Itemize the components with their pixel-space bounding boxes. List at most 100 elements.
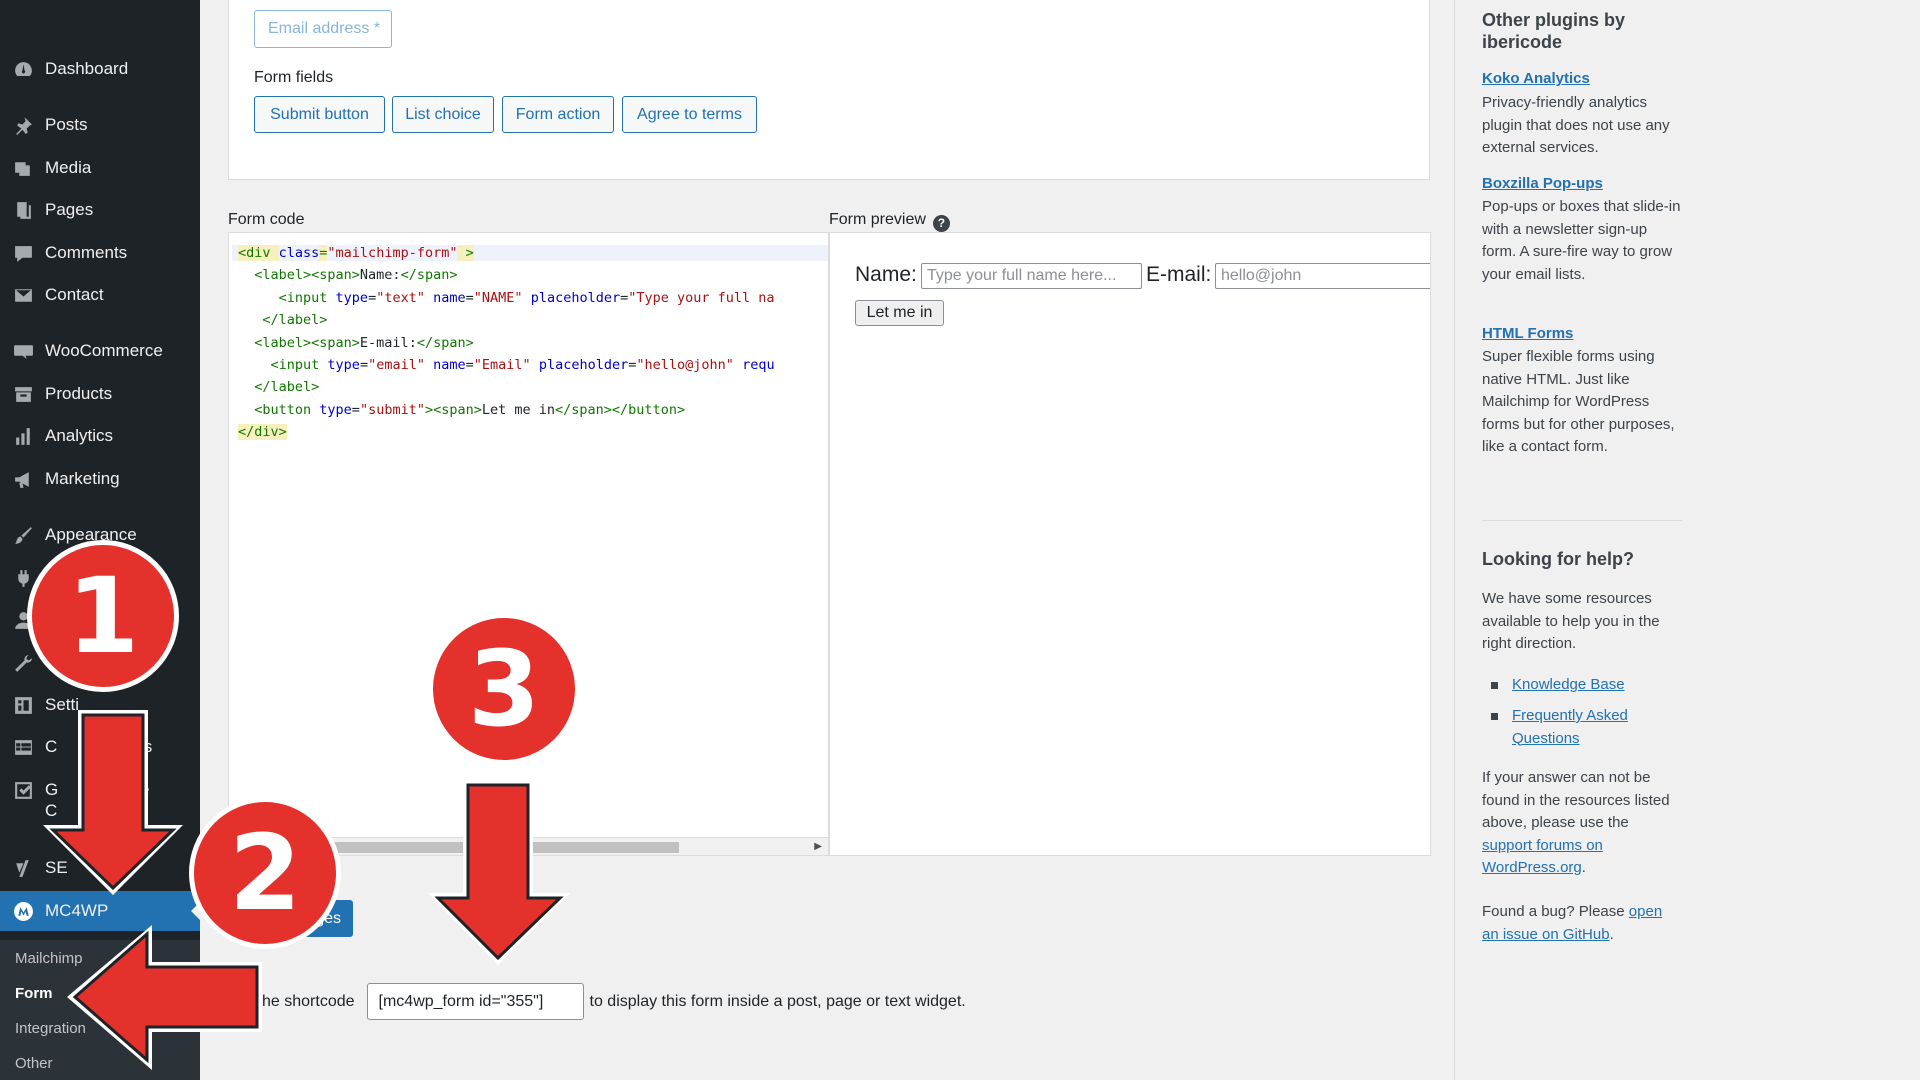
code-token: Name: <box>359 267 401 284</box>
archive-icon <box>11 383 35 405</box>
preview-email-input[interactable]: hello@john <box>1215 263 1430 289</box>
code-token: = <box>359 357 369 373</box>
form-code-label: Form code <box>228 211 305 228</box>
code-token: "Email" <box>473 357 531 373</box>
email-address-field-chip[interactable]: Email address * <box>254 10 392 48</box>
menu-label: Contact <box>45 285 104 304</box>
code-token: <label><span> <box>238 334 360 351</box>
menu-label: Pages <box>45 200 94 219</box>
submenu-other[interactable]: Other <box>15 1055 53 1072</box>
code-token: "mailchimp-form" <box>327 245 458 261</box>
code-line[interactable]: <div class="mailchimp-form" > <box>232 245 828 261</box>
boxzilla-link[interactable]: Boxzilla Pop-ups <box>1482 175 1603 192</box>
help-outro-text: If your answer can not be found in the r… <box>1482 769 1670 831</box>
code-token: = <box>351 401 360 418</box>
preview-submit-button[interactable]: Let me in <box>855 300 944 326</box>
support-forums-link[interactable]: support forums on WordPress.org <box>1482 837 1603 877</box>
megaphone-icon <box>11 468 35 490</box>
preview-email-label: E-mail: <box>1146 263 1212 286</box>
code-line[interactable]: </label> <box>238 312 327 328</box>
code-token: <input <box>278 289 336 306</box>
code-token: </span> <box>416 334 474 351</box>
submit-button-field-button[interactable]: Submit button <box>254 96 385 133</box>
code-token: "email" <box>368 357 425 373</box>
koko-analytics-link[interactable]: Koko Analytics <box>1482 70 1590 87</box>
code-token: requ <box>742 357 775 373</box>
code-line[interactable]: </label> <box>238 379 319 395</box>
menu-pages[interactable]: Pages <box>0 190 200 230</box>
code-token: </label> <box>238 312 328 329</box>
dashboard-icon <box>11 58 35 80</box>
menu-woocommerce[interactable]: WooCommerce <box>0 331 200 371</box>
shortcode-input[interactable]: [mc4wp_form id="355"] <box>366 983 584 1020</box>
code-token: <label><span> <box>238 267 360 284</box>
mc4wp-icon <box>11 900 35 922</box>
code-token: placeholder <box>538 357 629 373</box>
pages-icon <box>11 199 35 221</box>
brush-icon <box>11 524 35 546</box>
code-token: type <box>327 357 360 373</box>
shortcode-suffix: to display this form inside a post, page… <box>589 992 966 1010</box>
sidebar-info-column: Other plugins by ibericode Koko Analytic… <box>1454 0 1920 1080</box>
menu-label: Analytics <box>45 426 114 445</box>
menu-analytics[interactable]: Analytics <box>0 416 200 456</box>
menu-dashboard[interactable]: Dashboard <box>0 49 200 89</box>
code-token: </span> <box>400 267 458 284</box>
code-token: "submit" <box>359 401 425 418</box>
code-token: </span></button> <box>555 401 686 418</box>
code-line[interactable]: <label><span>Name:</span> <box>238 267 457 283</box>
form-code-editor[interactable]: <div class="mailchimp-form" > <label><sp… <box>228 232 829 856</box>
code-token: <div <box>238 245 279 261</box>
submenu-form[interactable]: Form <box>15 985 53 1002</box>
code-token: </label> <box>238 379 320 396</box>
koko-analytics-desc: Privacy-friendly analytics plugin that d… <box>1482 94 1670 156</box>
html-forms-link[interactable]: HTML Forms <box>1482 325 1573 342</box>
code-token: ><span> <box>424 401 482 418</box>
menu-label: WooCommerce <box>45 341 163 360</box>
wrench-icon <box>11 652 35 674</box>
menu-media[interactable]: Media <box>0 148 200 188</box>
code-line[interactable]: <input type="email" name="Email" placeho… <box>238 357 775 373</box>
plugin-icon <box>11 567 35 589</box>
media-icon <box>11 157 35 179</box>
form-preview-title: Form preview <box>829 211 926 228</box>
preview-name-input[interactable]: Type your full name here... <box>921 263 1142 289</box>
code-token: type <box>319 401 352 418</box>
menu-posts[interactable]: Posts <box>0 105 200 145</box>
help-icon[interactable]: ? <box>932 214 950 232</box>
menu-marketing[interactable]: Marketing <box>0 459 200 499</box>
code-token: type <box>335 289 369 306</box>
menu-comments[interactable]: Comments <box>0 233 200 273</box>
code-line[interactable]: <input type="text" name="NAME" placehold… <box>238 290 775 306</box>
code-token: = <box>368 289 377 306</box>
form-preview-label: Form preview? <box>829 211 950 232</box>
form-fields-panel: Email address * Form fields Submit butto… <box>228 0 1430 180</box>
code-line[interactable]: <button type="submit"><span>Let me in</s… <box>238 402 685 418</box>
code-token: name <box>433 289 466 306</box>
menu-products[interactable]: Products <box>0 374 200 414</box>
list-choice-field-button[interactable]: List choice <box>392 96 494 133</box>
faq-link[interactable]: Frequently Asked Questions <box>1512 705 1662 750</box>
knowledge-base-link[interactable]: Knowledge Base <box>1512 674 1662 697</box>
code-token: "NAME" <box>473 289 523 306</box>
help-outro: If your answer can not be found in the r… <box>1482 769 1670 877</box>
code-line[interactable]: </div> <box>238 424 287 441</box>
code-token: class <box>278 245 320 261</box>
html-forms-desc: Super flexible forms using native HTML. … <box>1482 348 1675 455</box>
code-token: "text" <box>376 289 425 306</box>
menu-label: Posts <box>45 115 88 134</box>
menu-label: Products <box>45 384 113 403</box>
help-heading: Looking for help? <box>1482 549 1634 569</box>
agree-to-terms-field-button[interactable]: Agree to terms <box>622 96 757 133</box>
menu-label: Comments <box>45 243 128 262</box>
menu-contact[interactable]: Contact <box>0 275 200 315</box>
menu-label: MC4WP <box>45 901 109 920</box>
form-action-field-button[interactable]: Form action <box>502 96 614 133</box>
shortcode-prefix: he shortcode <box>262 992 355 1010</box>
code-token: "hello@john" <box>636 357 734 373</box>
code-line[interactable]: <label><span>E-mail:</span> <box>238 334 474 351</box>
other-plugins-heading: Other plugins by ibericode <box>1482 10 1626 52</box>
scroll-right-arrow-icon[interactable]: ▶ <box>814 841 822 852</box>
